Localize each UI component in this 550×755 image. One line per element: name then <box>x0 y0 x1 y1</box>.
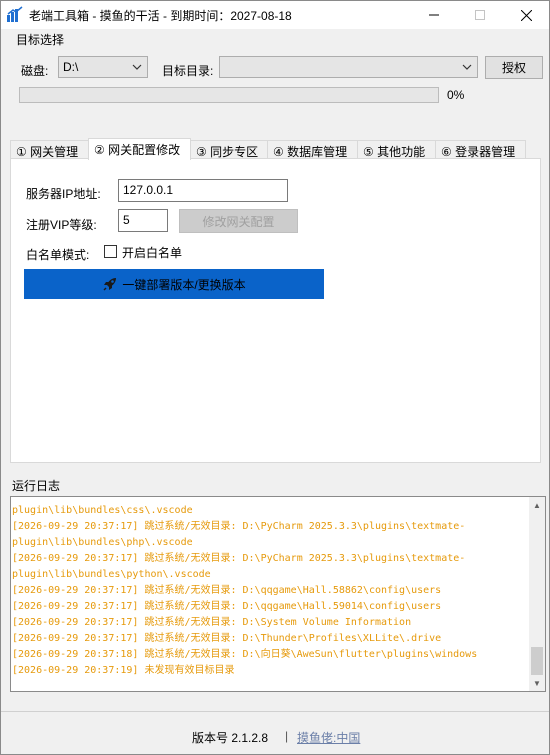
scroll-thumb[interactable] <box>531 647 543 675</box>
disk-label: 磁盘: <box>21 64 49 78</box>
log-line: [2026-09-29 20:37:17] 跳过系统/无效目录: D:\Thun… <box>12 633 442 644</box>
log-lines: plugin\lib\bundles\css\.vscode [2026-09-2… <box>12 503 530 679</box>
authorize-button[interactable]: 授权 <box>485 56 543 79</box>
gateway-config-panel: 服务器IP地址: 127.0.0.1 注册VIP等级: 5 修改网关配置 白名单… <box>10 158 541 463</box>
log-line: [2026-09-29 20:37:17] 跳过系统/无效目录: D:\PyCh… <box>12 521 466 532</box>
disk-select-value: D:\ <box>63 60 79 74</box>
log-line: plugin\lib\bundles\python\.vscode <box>12 569 211 580</box>
log-label: 运行日志 <box>12 479 61 493</box>
log-line: plugin\lib\bundles\css\.vscode <box>12 505 193 516</box>
minimize-button[interactable] <box>411 1 457 29</box>
close-icon <box>520 9 532 21</box>
log-panel[interactable]: plugin\lib\bundles\css\.vscode [2026-09-2… <box>10 496 546 692</box>
maximize-icon <box>475 10 485 20</box>
minimize-icon <box>429 14 439 16</box>
tab-database-management[interactable]: ④ 数据库管理 <box>267 140 358 159</box>
log-line: [2026-09-29 20:37:17] 跳过系统/无效目录: D:\Syst… <box>12 617 412 628</box>
scroll-up-icon[interactable]: ▲ <box>529 497 545 513</box>
log-line: [2026-09-29 20:37:17] 跳过系统/无效目录: D:\qqga… <box>12 585 442 596</box>
target-group-label: 目标选择 <box>16 33 65 47</box>
log-line: plugin\lib\bundles\php\.vscode <box>12 537 193 548</box>
tab-gateway-config[interactable]: ② 网关配置修改 <box>88 138 191 160</box>
scroll-down-icon[interactable]: ▼ <box>529 675 545 691</box>
log-line: [2026-09-29 20:37:18] 跳过系统/无效目录: D:\向日葵\… <box>12 649 478 660</box>
window-title: 老端工具箱 - 摸鱼的干活 - 到期时间：2027-08-18 <box>29 9 292 23</box>
server-ip-label: 服务器IP地址: <box>26 187 101 201</box>
maximize-button[interactable] <box>457 1 503 29</box>
whitelist-checkbox[interactable] <box>104 245 117 258</box>
tab-launcher-management[interactable]: ⑥ 登录器管理 <box>435 140 526 159</box>
modify-gateway-config-button[interactable]: 修改网关配置 <box>179 209 298 233</box>
progress-percent: 0% <box>447 88 465 102</box>
tab-other-functions[interactable]: ⑤ 其他功能 <box>357 140 436 159</box>
deploy-version-button[interactable]: 一键部署版本/更换版本 <box>24 269 324 299</box>
tab-gateway-management[interactable]: ① 网关管理 <box>10 140 89 159</box>
footer-divider <box>1 711 549 712</box>
version-text: 版本号 2.1.2.8 <box>192 731 269 745</box>
app-logo-icon <box>7 6 23 22</box>
log-line: [2026-09-29 20:37:17] 跳过系统/无效目录: D:\PyCh… <box>12 553 466 564</box>
target-dir-select[interactable] <box>219 56 478 78</box>
whitelist-checkbox-label[interactable]: 开启白名单 <box>122 244 182 261</box>
footer-separator: | <box>285 729 289 743</box>
disk-select[interactable]: D:\ <box>58 56 148 78</box>
vip-level-input[interactable]: 5 <box>118 209 168 232</box>
log-scrollbar[interactable]: ▲ ▼ <box>529 497 545 691</box>
whitelist-mode-label: 白名单模式: <box>26 248 90 262</box>
target-dir-label: 目标目录: <box>162 64 214 78</box>
server-ip-input[interactable]: 127.0.0.1 <box>118 179 288 202</box>
log-line: [2026-09-29 20:37:17] 跳过系统/无效目录: D:\qqga… <box>12 601 442 612</box>
app-window: 老端工具箱 - 摸鱼的干活 - 到期时间：2027-08-18 目标选择 磁盘:… <box>0 0 550 755</box>
chevron-down-icon <box>462 64 472 70</box>
progress-bar <box>19 87 439 103</box>
title-bar[interactable]: 老端工具箱 - 摸鱼的干活 - 到期时间：2027-08-18 <box>1 1 549 29</box>
tab-sync-zone[interactable]: ③ 同步专区 <box>190 140 268 159</box>
deploy-version-label: 一键部署版本/更换版本 <box>122 277 246 292</box>
vip-level-label: 注册VIP等级: <box>26 218 97 232</box>
author-link[interactable]: 摸鱼佬:中国 <box>297 729 360 746</box>
rocket-icon <box>103 278 117 291</box>
close-button[interactable] <box>503 1 549 29</box>
chevron-down-icon <box>132 64 142 70</box>
log-line: [2026-09-29 20:37:19] 未发现有效目标目录 <box>12 665 235 676</box>
